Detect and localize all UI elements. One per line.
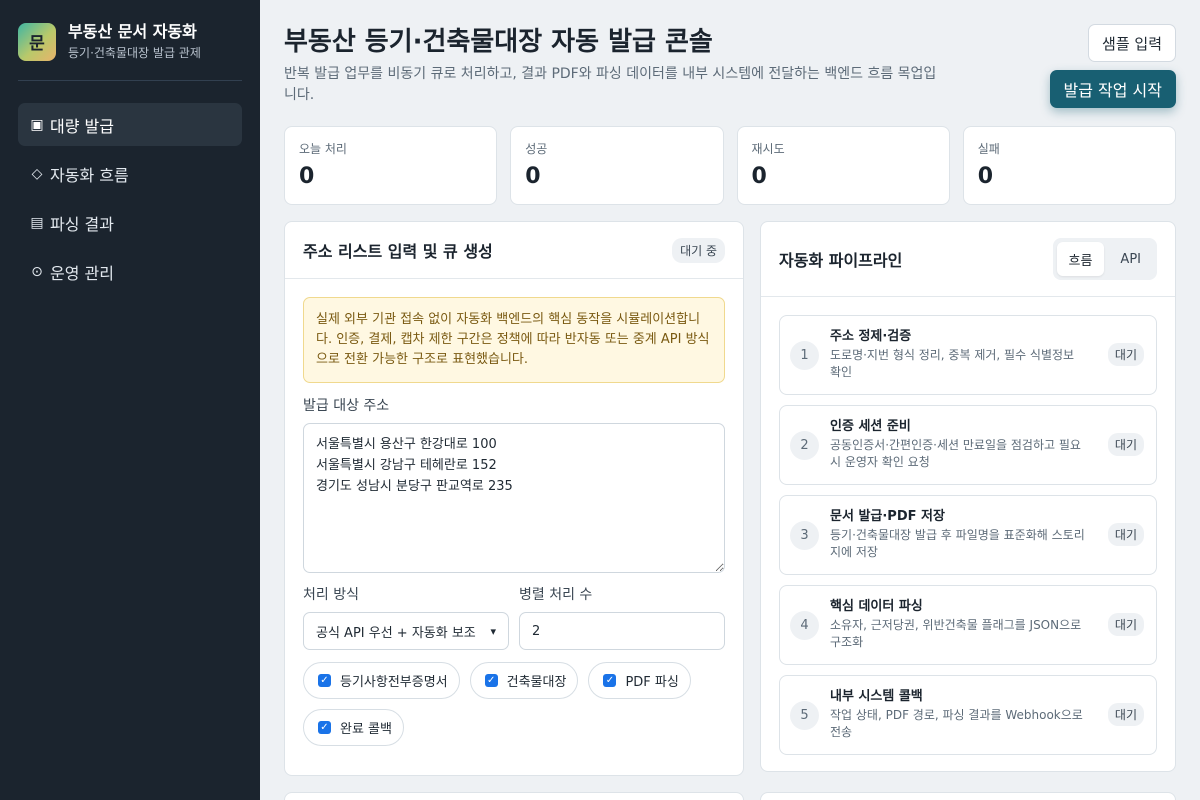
square-icon: ▣ — [30, 116, 44, 133]
step-number: 5 — [790, 701, 819, 730]
option-label: 등기사항전부증명서 — [340, 675, 448, 690]
brand-title: 부동산 문서 자동화 — [68, 22, 197, 41]
sidebar-item-label: 파싱 결과 — [50, 214, 114, 234]
main-content: 부동산 등기·건축물대장 자동 발급 콘솔 반복 발급 업무를 비동기 큐로 처… — [260, 0, 1200, 800]
step-title: 핵심 데이터 파싱 — [830, 599, 923, 614]
stat-card-today: 오늘 처리 0 — [284, 126, 498, 205]
step-title: 주소 정제·검증 — [830, 329, 912, 344]
stat-card-success: 성공 0 — [510, 126, 724, 205]
address-input-panel: 주소 리스트 입력 및 큐 생성 대기 중 실제 외부 기관 접속 없이 자동화… — [284, 221, 744, 776]
pipeline-step: 4 핵심 데이터 파싱 소유자, 근저당권, 위반건축물 플래그를 JSON으로… — [779, 585, 1157, 665]
step-title: 내부 시스템 콜백 — [830, 689, 923, 704]
checkbox-checked-icon[interactable]: ✓ — [484, 674, 498, 687]
address-textarea[interactable]: 서울특별시 용산구 한강대로 100 서울특별시 강남구 테헤란로 152 경기… — [303, 423, 725, 573]
diamond-icon: ◇ — [31, 165, 43, 182]
option-building-register[interactable]: ✓ 건축물대장 — [469, 662, 579, 699]
stat-value: 0 — [977, 164, 994, 189]
list-icon: ▤ — [30, 214, 44, 231]
lower-panel-left — [284, 792, 744, 800]
brand: 문 부동산 문서 자동화 등기·건축물대장 발급 관제 — [18, 22, 242, 81]
brand-subtitle: 등기·건축물대장 발급 관제 — [68, 46, 201, 60]
option-label: 건축물대장 — [506, 675, 567, 690]
stat-label: 오늘 처리 — [299, 142, 347, 156]
stat-value: 0 — [299, 164, 315, 189]
pipeline-panel: 자동화 파이프라인 흐름 API 1 주소 정제·검증 도로명·지번 형식 정리… — [760, 221, 1176, 772]
checkbox-checked-icon[interactable]: ✓ — [318, 674, 331, 687]
parallel-field-label: 병렬 처리 수 — [519, 587, 593, 603]
panel-title: 자동화 파이프라인 — [779, 251, 903, 270]
simulation-notice: 실제 외부 기관 접속 없이 자동화 백엔드의 핵심 동작을 시뮬레이션합니다.… — [303, 297, 725, 383]
sidebar-nav: ▣ 대량 발급 ◇ 자동화 흐름 ▤ 파싱 결과 ⊙ 운영 관리 — [18, 103, 242, 293]
pipeline-step: 2 인증 세션 준비 공동인증서·간편인증·세션 만료일을 점검하고 필요 시 … — [779, 405, 1157, 485]
step-number: 1 — [790, 341, 819, 370]
sidebar-item-automation-flow[interactable]: ◇ 자동화 흐름 — [18, 152, 242, 195]
step-number: 3 — [790, 521, 819, 550]
stat-value: 0 — [751, 164, 767, 189]
sample-input-button[interactable]: 샘플 입력 — [1088, 24, 1176, 62]
panel-title: 주소 리스트 입력 및 큐 생성 — [303, 242, 493, 261]
option-label: 완료 콜백 — [340, 722, 392, 737]
mode-field-label: 처리 방식 — [303, 587, 359, 603]
step-status-badge: 대기 — [1107, 433, 1144, 456]
step-status-badge: 대기 — [1107, 523, 1144, 546]
option-pdf-parsing[interactable]: ✓ PDF 파싱 — [588, 662, 691, 699]
mode-select-value: 공식 API 우선 + 자동화 보조 — [316, 625, 476, 641]
step-status-badge: 대기 — [1107, 613, 1144, 636]
option-checkboxes: ✓ 등기사항전부증명서 ✓ 건축물대장 ✓ PDF 파싱 ✓ 완료 콜백 — [303, 662, 725, 746]
stat-value: 0 — [525, 164, 541, 189]
address-field-label: 발급 대상 주소 — [303, 398, 390, 414]
status-badge: 대기 중 — [672, 237, 725, 263]
option-label: PDF 파싱 — [625, 675, 679, 690]
page-title: 부동산 등기·건축물대장 자동 발급 콘솔 — [284, 27, 713, 57]
tab-flow[interactable]: 흐름 — [1056, 242, 1105, 276]
step-description: 도로명·지번 형식 정리, 중복 제거, 필수 식별정보 확인 — [830, 348, 1075, 379]
stat-label: 성공 — [525, 142, 548, 156]
pipeline-step: 5 내부 시스템 콜백 작업 상태, PDF 경로, 파싱 결과를 Webhoo… — [779, 675, 1157, 755]
step-description: 소유자, 근저당권, 위반건축물 플래그를 JSON으로 구조화 — [830, 618, 1082, 649]
stat-card-failure: 실패 0 — [962, 126, 1176, 205]
stats-row: 오늘 처리 0 성공 0 재시도 0 실패 0 — [284, 126, 1176, 205]
parallel-count-input[interactable] — [519, 612, 725, 650]
mode-select[interactable]: 공식 API 우선 + 자동화 보조 ▾ — [303, 612, 509, 650]
sidebar-item-label: 운영 관리 — [50, 263, 114, 283]
pipeline-step: 3 문서 발급·PDF 저장 등기·건축물대장 발급 후 파일명을 표준화해 스… — [779, 495, 1157, 575]
sidebar-item-operations[interactable]: ⊙ 운영 관리 — [18, 250, 242, 293]
sidebar-item-label: 자동화 흐름 — [50, 165, 129, 185]
step-title: 인증 세션 준비 — [830, 419, 911, 434]
step-description: 작업 상태, PDF 경로, 파싱 결과를 Webhook으로 전송 — [830, 708, 1083, 739]
pipeline-step: 1 주소 정제·검증 도로명·지번 형식 정리, 중복 제거, 필수 식별정보 … — [779, 315, 1157, 395]
page-description: 반복 발급 업무를 비동기 큐로 처리하고, 결과 PDF와 파싱 데이터를 내… — [284, 66, 937, 103]
sidebar-item-label: 대량 발급 — [50, 116, 114, 136]
checkbox-checked-icon[interactable]: ✓ — [318, 721, 331, 734]
step-description: 등기·건축물대장 발급 후 파일명을 표준화해 스토리지에 저장 — [830, 528, 1085, 559]
panel-header: 자동화 파이프라인 흐름 API — [761, 222, 1175, 297]
sidebar: 문 부동산 문서 자동화 등기·건축물대장 발급 관제 ▣ 대량 발급 ◇ 자동… — [0, 0, 260, 800]
checkbox-checked-icon[interactable]: ✓ — [603, 674, 617, 687]
step-description: 공동인증서·간편인증·세션 만료일을 점검하고 필요 시 운영자 확인 요청 — [830, 438, 1081, 469]
option-registry-certificate[interactable]: ✓ 등기사항전부증명서 — [303, 662, 460, 699]
target-icon: ⊙ — [31, 263, 43, 280]
panel-header: 주소 리스트 입력 및 큐 생성 대기 중 — [285, 222, 743, 279]
stat-label: 실패 — [977, 142, 1000, 156]
sidebar-item-bulk-issue[interactable]: ▣ 대량 발급 — [18, 103, 242, 146]
stat-label: 재시도 — [751, 142, 785, 156]
pipeline-tabs: 흐름 API — [1052, 238, 1157, 280]
stat-card-retry: 재시도 0 — [736, 126, 950, 205]
chevron-down-icon: ▾ — [490, 624, 496, 638]
brand-logo: 문 — [18, 22, 56, 61]
sidebar-item-parse-results[interactable]: ▤ 파싱 결과 — [18, 201, 242, 244]
start-job-button[interactable]: 발급 작업 시작 — [1049, 70, 1176, 108]
step-title: 문서 발급·PDF 저장 — [830, 509, 945, 524]
option-completion-callback[interactable]: ✓ 완료 콜백 — [303, 709, 404, 746]
step-status-badge: 대기 — [1107, 343, 1144, 366]
lower-panel-right — [760, 792, 1176, 800]
page-header: 부동산 등기·건축물대장 자동 발급 콘솔 반복 발급 업무를 비동기 큐로 처… — [284, 20, 1176, 110]
step-number: 2 — [790, 431, 819, 460]
step-status-badge: 대기 — [1107, 703, 1144, 726]
pipeline-steps: 1 주소 정제·검증 도로명·지번 형식 정리, 중복 제거, 필수 식별정보 … — [761, 297, 1175, 783]
step-number: 4 — [790, 611, 819, 640]
tab-api[interactable]: API — [1108, 242, 1153, 276]
